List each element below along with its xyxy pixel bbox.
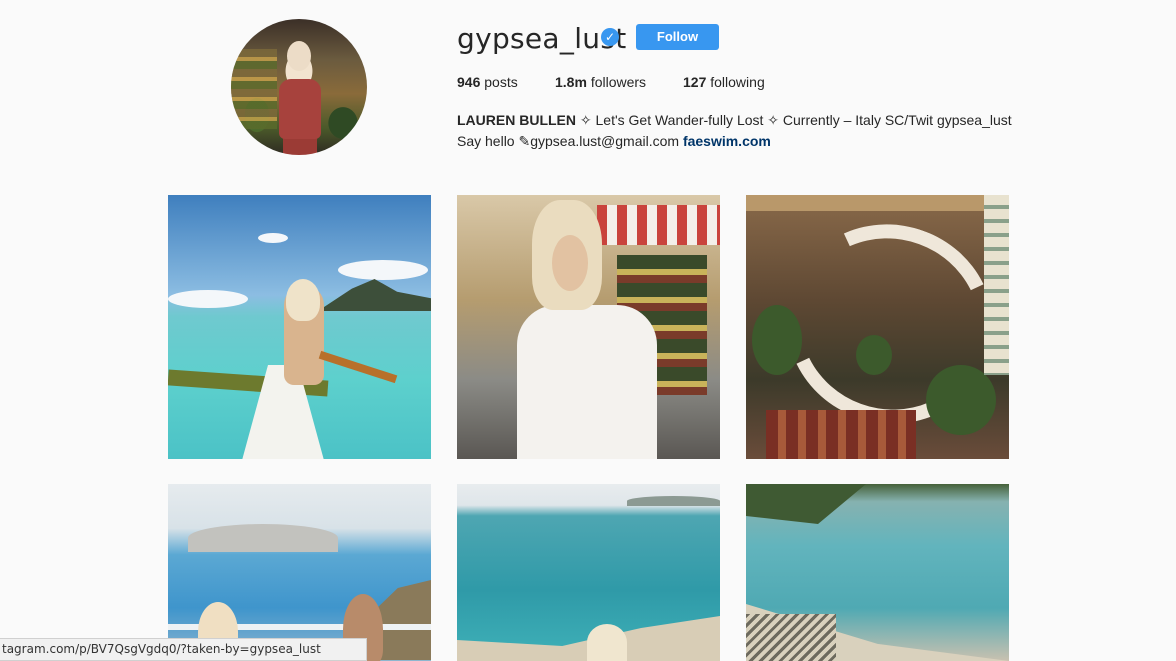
plant-shape <box>856 335 892 375</box>
bio-full-name: LAUREN BULLEN <box>457 112 576 128</box>
avatar-background <box>231 49 277 129</box>
bio-line-1: LAUREN BULLEN ✧ Let's Get Wander-fully L… <box>457 110 1012 131</box>
paddle-shape <box>318 350 398 384</box>
cloud-shape <box>258 233 288 243</box>
woman-face <box>552 235 588 291</box>
followers-stat[interactable]: 1.8m followers <box>555 74 646 90</box>
bio-line-2: Say hello ✎gypsea.lust@gmail.com faeswim… <box>457 131 1012 152</box>
distant-land-shape <box>627 496 720 506</box>
plant-shape <box>752 305 802 375</box>
following-count: 127 <box>683 74 707 90</box>
hillside-shape <box>746 484 866 524</box>
cloud-shape <box>168 290 248 308</box>
rug-shape <box>766 410 916 459</box>
avatar-figure-dress <box>279 79 321 139</box>
browser-status-url: tagram.com/p/BV7QsgVgdq0/?taken-by=gypse… <box>0 638 367 661</box>
post-tile-1[interactable] <box>168 195 431 459</box>
post-tile-5[interactable] <box>457 484 720 661</box>
post-tile-6[interactable] <box>746 484 1009 661</box>
posts-label: posts <box>484 74 518 90</box>
post-tile-2[interactable] <box>457 195 720 459</box>
awning-shape <box>597 205 720 245</box>
woman-hair <box>286 279 320 321</box>
woman-body <box>517 305 657 459</box>
verified-badge-icon: ✓ <box>601 28 619 46</box>
posts-count: 946 <box>457 74 481 90</box>
bio-tagline: ✧ Let's Get Wander-fully Lost ✧ Currentl… <box>576 112 1012 128</box>
plant-shape <box>926 365 996 435</box>
ceiling-shape <box>746 195 1009 211</box>
following-label: following <box>710 74 765 90</box>
island-shape <box>188 524 338 552</box>
posts-stat: 946 posts <box>457 74 518 90</box>
avatar-figure-head <box>287 41 311 71</box>
cloud-shape <box>338 260 428 280</box>
wallpaper-shape <box>984 195 1009 375</box>
person-figure <box>587 624 627 661</box>
bio-contact: Say hello ✎gypsea.lust@gmail.com <box>457 133 683 149</box>
profile-bio: LAUREN BULLEN ✧ Let's Get Wander-fully L… <box>457 110 1012 152</box>
following-stat[interactable]: 127 following <box>683 74 765 90</box>
profile-avatar[interactable] <box>231 19 367 155</box>
mountain-shape <box>318 279 431 311</box>
umbrellas-shape <box>746 614 836 661</box>
follow-button[interactable]: Follow <box>636 24 719 50</box>
post-tile-4[interactable] <box>168 484 431 661</box>
post-tile-3[interactable] <box>746 195 1009 459</box>
bio-website-link[interactable]: faeswim.com <box>683 133 771 149</box>
followers-count: 1.8m <box>555 74 587 90</box>
followers-label: followers <box>590 74 647 90</box>
